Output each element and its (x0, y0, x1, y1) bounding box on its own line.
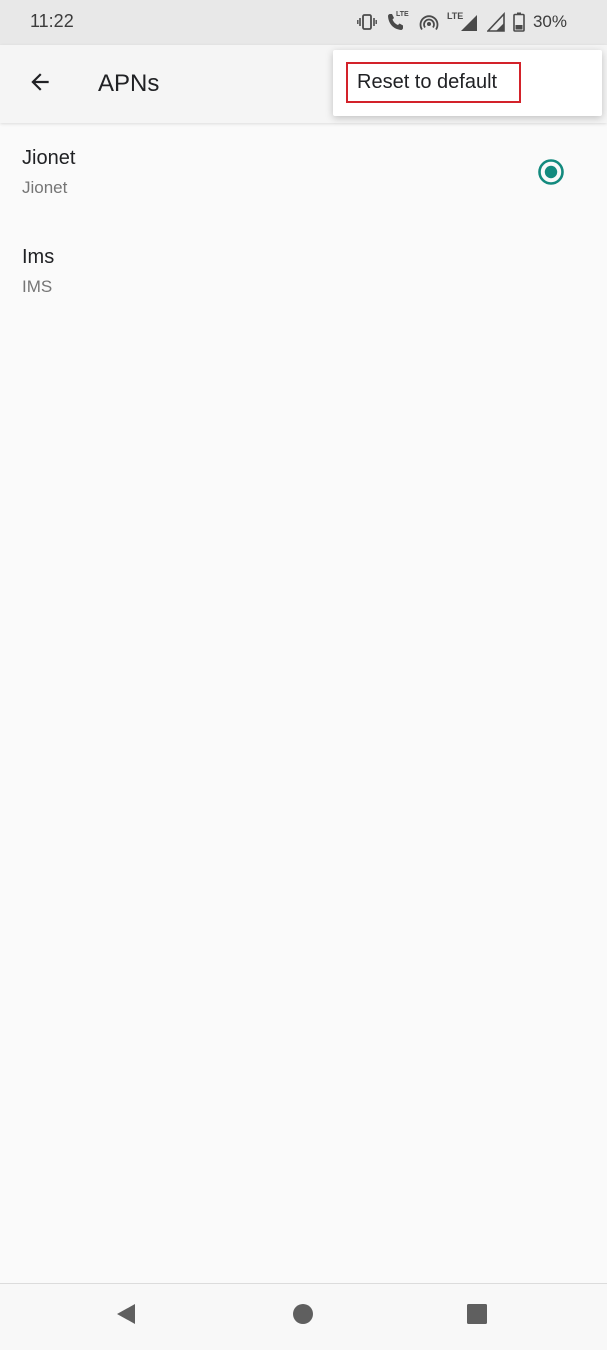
status-icons: LTE LTE 30% (357, 9, 567, 35)
lte-signal-icon: LTE (447, 11, 479, 33)
volte-call-icon: LTE (385, 11, 411, 33)
nav-back-icon (115, 1302, 137, 1331)
apn-name: Jionet (22, 147, 76, 169)
nav-recents-icon (466, 1303, 488, 1330)
apn-radio-selected[interactable] (537, 158, 565, 186)
nav-home-button[interactable] (281, 1296, 325, 1336)
apn-item-ims[interactable]: Ims IMS (0, 222, 607, 321)
apn-list: Jionet Jionet Ims IMS (0, 123, 607, 321)
volte-label: LTE (395, 11, 409, 18)
arrow-back-icon (27, 69, 53, 100)
reset-to-default-menu-item[interactable]: Reset to default (346, 62, 521, 103)
overflow-menu: Reset to default (333, 50, 602, 116)
vibrate-icon (357, 13, 377, 31)
apn-item-jionet[interactable]: Jionet Jionet (0, 123, 607, 222)
nav-home-icon (292, 1303, 314, 1330)
page-title: APNs (98, 70, 160, 97)
navigation-bar (0, 1283, 607, 1350)
status-bar: 11:22 LTE LTE 30% (0, 0, 607, 45)
battery-icon (513, 12, 525, 32)
battery-percent: 30% (532, 12, 567, 31)
signal-icon (486, 12, 505, 32)
back-button[interactable] (16, 60, 64, 108)
apn-name: Ims (22, 246, 55, 268)
apn-subtitle: Jionet (22, 178, 68, 197)
status-time: 11:22 (30, 11, 74, 31)
nav-back-button[interactable] (104, 1296, 148, 1336)
nav-recents-button[interactable] (455, 1296, 499, 1336)
apn-subtitle: IMS (22, 277, 53, 296)
hotspot-icon (419, 13, 439, 31)
